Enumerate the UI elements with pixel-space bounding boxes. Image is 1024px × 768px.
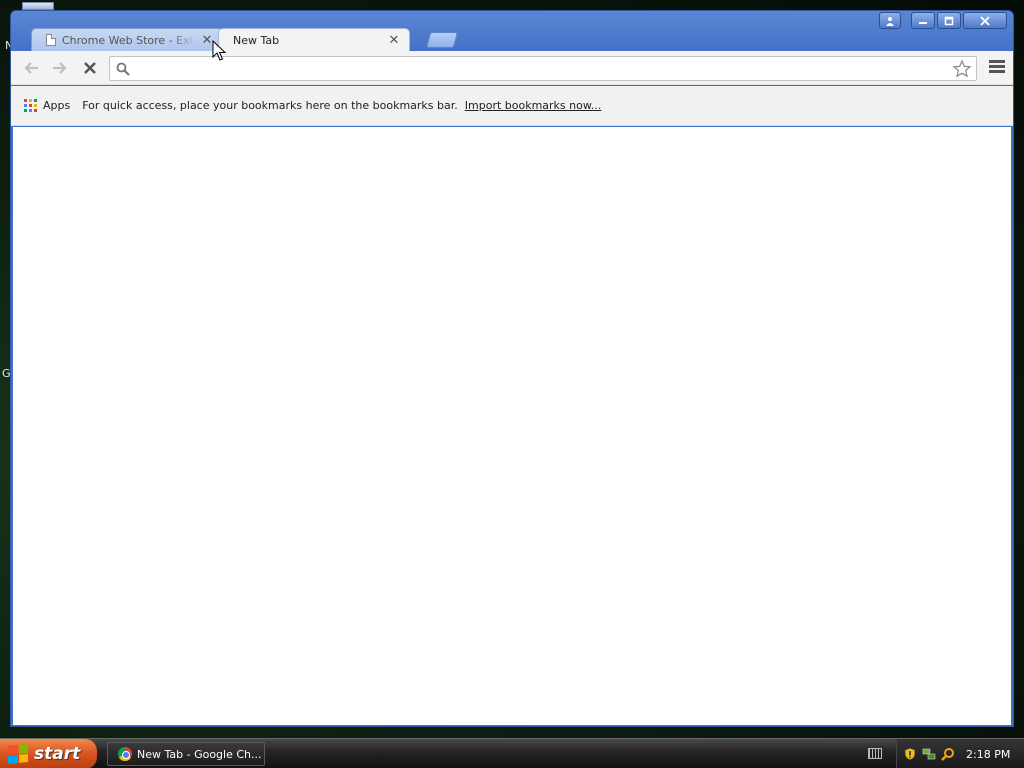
apps-grid-dot — [34, 109, 37, 112]
apps-grid-dot — [34, 104, 37, 107]
page-content[interactable] — [13, 127, 1011, 725]
stop-x-icon — [84, 62, 96, 74]
profile-button[interactable] — [879, 12, 901, 29]
windows-flag-icon — [8, 743, 28, 765]
apps-grid-dot — [24, 99, 27, 102]
tab-close-icon[interactable]: ✕ — [387, 33, 401, 48]
apps-grid-icon[interactable] — [24, 99, 37, 112]
security-shield-icon[interactable] — [903, 747, 917, 761]
apps-grid-dot — [29, 99, 32, 102]
chrome-menu-button[interactable] — [987, 58, 1007, 78]
toolbar — [11, 51, 1013, 85]
search-icon — [116, 62, 130, 76]
start-button[interactable]: start — [0, 739, 97, 768]
stop-button[interactable] — [78, 57, 102, 79]
bookmarks-bar: Apps For quick access, place your bookma… — [11, 86, 1013, 126]
close-icon — [980, 15, 990, 26]
menu-bar-icon — [989, 65, 1005, 68]
apps-grid-dot — [24, 104, 27, 107]
maximize-icon — [944, 16, 954, 25]
minimize-icon — [919, 21, 927, 24]
close-window-button[interactable] — [963, 12, 1007, 29]
tab-title: New Tab — [233, 33, 280, 47]
minimize-button[interactable] — [911, 12, 935, 29]
address-input[interactable] — [134, 59, 949, 78]
menu-bar-icon — [989, 60, 1005, 63]
taskbar-chrome-button[interactable]: New Tab - Google Ch... — [107, 742, 265, 766]
tab-new-tab[interactable]: New Tab ✕ — [218, 28, 410, 51]
mouse-cursor-icon — [212, 40, 226, 61]
taskbar-button-label: New Tab - Google Ch... — [137, 747, 262, 761]
system-tray: 2:18 PM — [896, 739, 1024, 768]
maximize-button[interactable] — [937, 12, 961, 29]
tab-chrome-web-store[interactable]: Chrome Web Store - Extensions ✕ — [31, 28, 223, 51]
new-tab-button[interactable] — [425, 32, 459, 48]
apps-shortcut[interactable]: Apps — [43, 99, 70, 112]
forward-arrow-icon — [53, 62, 67, 74]
apps-grid-dot — [24, 109, 27, 112]
person-icon — [886, 16, 894, 26]
chrome-icon — [118, 747, 132, 761]
forward-button[interactable] — [48, 57, 72, 79]
tab-title: Chrome Web Store - Extensions — [62, 33, 196, 47]
apps-grid-dot — [34, 99, 37, 102]
taskbar: start New Tab - Google Ch... 2:18 PM — [0, 738, 1024, 768]
page-icon — [46, 34, 56, 46]
keyboard-icon[interactable] — [868, 748, 882, 759]
start-label: start — [34, 744, 81, 764]
import-bookmarks-link[interactable]: Import bookmarks now... — [465, 99, 602, 112]
bookmark-star-icon[interactable] — [952, 59, 972, 79]
apps-grid-dot — [29, 109, 32, 112]
search-tray-icon[interactable] — [941, 747, 955, 761]
back-button[interactable] — [19, 57, 43, 79]
omnibox[interactable] — [109, 56, 977, 81]
back-arrow-icon — [24, 62, 38, 74]
menu-bar-icon — [989, 70, 1005, 73]
network-icon[interactable] — [922, 747, 936, 761]
bookmarks-hint-text: For quick access, place your bookmarks h… — [82, 99, 458, 112]
desktop-icon[interactable] — [22, 2, 54, 10]
apps-grid-dot — [29, 104, 32, 107]
window-controls — [879, 12, 1007, 29]
clock[interactable]: 2:18 PM — [966, 748, 1010, 761]
chrome-window: Chrome Web Store - Extensions ✕ New Tab … — [10, 10, 1014, 727]
